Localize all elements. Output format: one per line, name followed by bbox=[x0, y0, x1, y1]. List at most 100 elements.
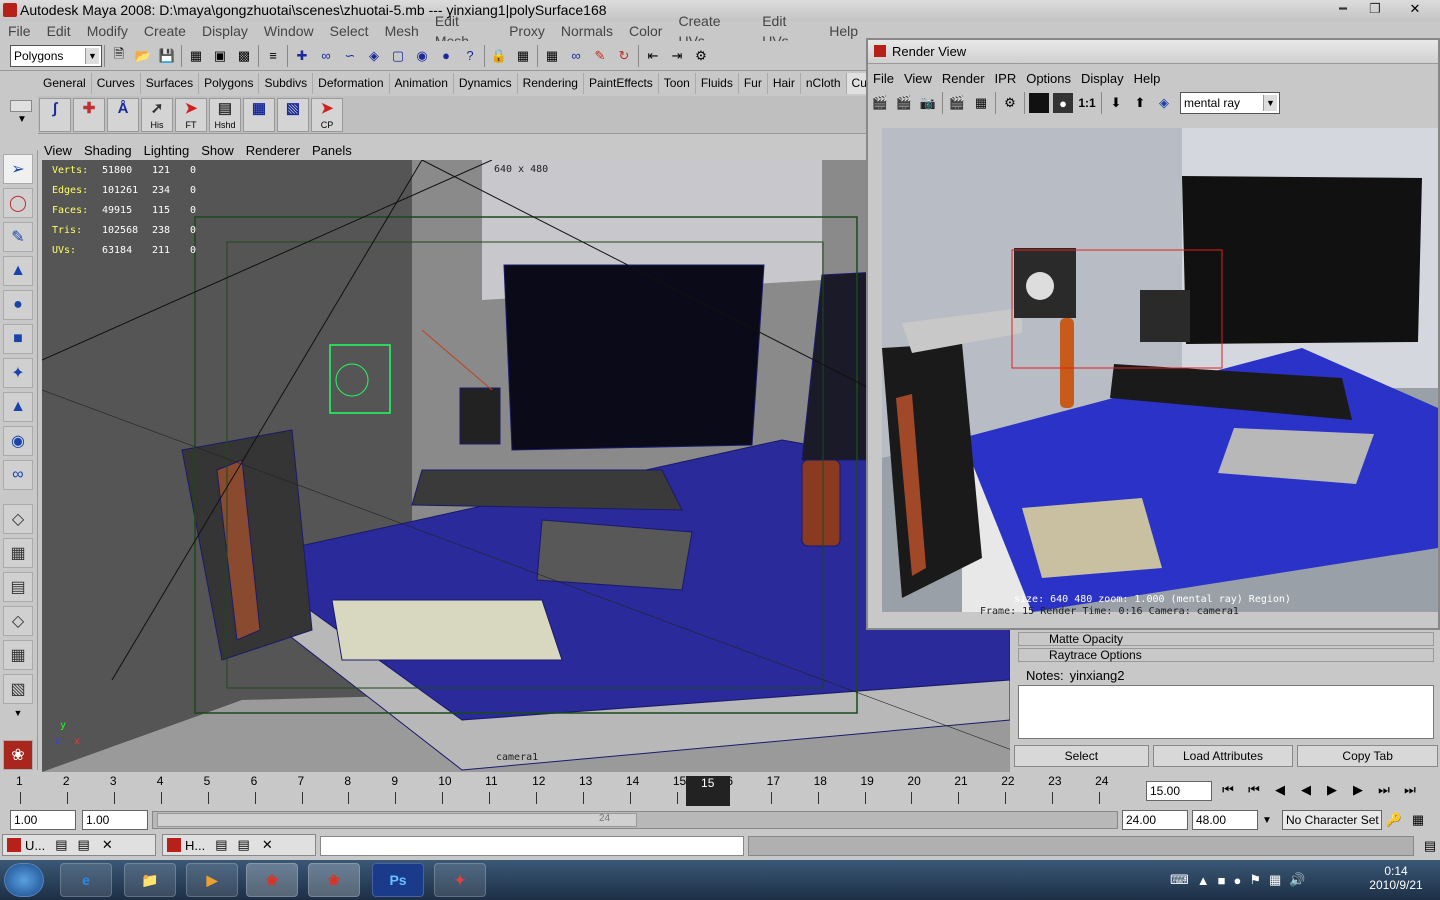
new-scene-icon[interactable]: 🗎 bbox=[109, 46, 129, 66]
select-button[interactable]: Select bbox=[1014, 745, 1149, 767]
select-hierarchy-icon[interactable]: ▦ bbox=[186, 46, 206, 66]
close-icon[interactable]: ✕ bbox=[262, 837, 273, 853]
maximize-button[interactable]: ❐ bbox=[1360, 0, 1390, 18]
menu-edit[interactable]: Edit bbox=[47, 21, 71, 41]
display-render-icon[interactable]: ◈ bbox=[1154, 93, 1174, 113]
shelf-button-joint[interactable]: ✚ bbox=[73, 97, 105, 132]
panel-menu-panels[interactable]: Panels bbox=[312, 143, 352, 158]
internet-explorer-icon[interactable]: e bbox=[60, 863, 112, 897]
panel-menu-renderer[interactable]: Renderer bbox=[246, 143, 300, 158]
persp-graph-hypergraph-icon[interactable]: ▧ bbox=[3, 674, 33, 704]
last-tool-icon[interactable]: ∞ bbox=[3, 460, 33, 490]
playback-start-field[interactable]: 1.00 bbox=[82, 810, 148, 830]
go-to-end-icon[interactable]: ⏭ bbox=[1400, 780, 1420, 800]
rv-menu-file[interactable]: File bbox=[873, 71, 894, 86]
lasso-tool-icon[interactable]: ◯ bbox=[3, 188, 33, 218]
hypershade-layout-icon[interactable]: ▦ bbox=[3, 640, 33, 670]
shelf-button-center-pivot[interactable]: ➤ CP bbox=[311, 97, 343, 132]
shelf-tab-curves[interactable]: Curves bbox=[92, 73, 141, 94]
rv-menu-ipr[interactable]: IPR bbox=[995, 71, 1017, 86]
menu-modify[interactable]: Modify bbox=[87, 21, 128, 41]
shelf-tab-fluids[interactable]: Fluids bbox=[696, 73, 739, 94]
snap-grid-icon[interactable]: ✚ bbox=[292, 46, 312, 66]
ipr-render-icon[interactable]: ↻ bbox=[614, 46, 634, 66]
chevron-down-icon[interactable]: ▼ bbox=[1262, 815, 1280, 826]
close-button[interactable]: ✕ bbox=[1392, 0, 1438, 18]
go-to-start-icon[interactable]: ⏮ bbox=[1218, 780, 1238, 800]
menu-color[interactable]: Color bbox=[629, 21, 662, 41]
shelf-tab-toon[interactable]: Toon bbox=[659, 73, 696, 94]
rv-menu-render[interactable]: Render bbox=[942, 71, 985, 86]
four-view-icon[interactable]: ▦ bbox=[3, 538, 33, 568]
shelf-button-hypershade[interactable]: ▤ Hshd bbox=[209, 97, 241, 132]
shelf-tab-surfaces[interactable]: Surfaces bbox=[141, 73, 200, 94]
snap-plane-icon[interactable]: ◈ bbox=[364, 46, 384, 66]
play-backward-icon[interactable]: ◀ bbox=[1296, 780, 1316, 800]
alpha-channel-icon[interactable]: ● bbox=[1053, 93, 1073, 113]
script-editor-icon[interactable]: ▤ bbox=[1420, 836, 1440, 856]
persp-graph-icon[interactable]: ◇ bbox=[3, 606, 33, 636]
render-current-icon[interactable]: ✎ bbox=[590, 46, 610, 66]
render-settings-icon[interactable]: ⚙ bbox=[691, 46, 711, 66]
panel-menu-show[interactable]: Show bbox=[201, 143, 234, 158]
current-time-field[interactable]: 15.00 bbox=[1146, 781, 1212, 801]
range-track[interactable]: 24 bbox=[152, 811, 1118, 829]
play-forward-icon[interactable]: ▶ bbox=[1322, 780, 1342, 800]
persp-outliner-icon[interactable]: ▤ bbox=[3, 572, 33, 602]
menu-select[interactable]: Select bbox=[330, 21, 369, 41]
menu-file[interactable]: File bbox=[8, 21, 31, 41]
rv-menu-view[interactable]: View bbox=[904, 71, 932, 86]
menu-help[interactable]: Help bbox=[829, 21, 858, 41]
minimized-window-u[interactable]: U... ▤ ▤ ✕ bbox=[2, 834, 156, 856]
render-settings-icon[interactable]: ⚙ bbox=[1000, 93, 1020, 113]
shelf-tab-polygons[interactable]: Polygons bbox=[199, 73, 260, 94]
media-player-icon[interactable]: ▶ bbox=[186, 863, 238, 897]
maya-2-icon[interactable]: ❀ bbox=[308, 863, 360, 897]
shelf-tab-painteffects[interactable]: PaintEffects bbox=[584, 73, 659, 94]
shelf-tab-subdivs[interactable]: Subdivs bbox=[259, 73, 314, 94]
snap-live-icon[interactable]: ◉ bbox=[412, 46, 432, 66]
shelf-tab-dynamics[interactable]: Dynamics bbox=[454, 73, 518, 94]
time-slider[interactable]: 1234567891011121314151617181920212223241… bbox=[0, 772, 1440, 808]
keep-image-icon[interactable]: ⬇ bbox=[1106, 93, 1126, 113]
rv-menu-options[interactable]: Options bbox=[1026, 71, 1071, 86]
animation-start-field[interactable]: 1.00 bbox=[10, 810, 76, 830]
menuset-select[interactable]: Polygons ▼ bbox=[10, 44, 102, 67]
copy-tab-button[interactable]: Copy Tab bbox=[1297, 745, 1438, 767]
keyboard-icon[interactable]: ⌨ bbox=[1170, 872, 1189, 888]
shelf-tab-general[interactable]: General bbox=[38, 73, 92, 94]
shelf-tab-ncloth[interactable]: nCloth bbox=[801, 73, 847, 94]
filter-icon[interactable]: ≡ bbox=[263, 46, 283, 66]
minimized-window-h[interactable]: H... ▤ ▤ ✕ bbox=[162, 834, 316, 856]
chevron-down-icon[interactable]: ▼ bbox=[3, 708, 33, 724]
snap-curve-icon[interactable]: ∞ bbox=[316, 46, 336, 66]
shelf-button-ik-handle[interactable]: ∫ bbox=[39, 97, 71, 132]
remove-image-icon[interactable]: ⬆ bbox=[1130, 93, 1150, 113]
paint-select-icon[interactable]: ✎ bbox=[3, 222, 33, 252]
render-region-icon[interactable]: 🎬 bbox=[894, 93, 914, 113]
open-scene-icon[interactable]: 📂 bbox=[133, 46, 153, 66]
app-8-icon[interactable]: ✦ bbox=[434, 863, 486, 897]
prefs-icon[interactable]: ▦ bbox=[1408, 810, 1428, 830]
character-set-field[interactable]: No Character Set bbox=[1282, 810, 1382, 830]
show-manip-icon[interactable]: ◉ bbox=[3, 426, 33, 456]
shelf-button-uv-editor[interactable]: ▦ bbox=[243, 97, 275, 132]
minimize-button[interactable]: ━ bbox=[1328, 0, 1358, 18]
notes-textarea[interactable] bbox=[1018, 685, 1434, 739]
universal-manip-icon[interactable]: ✦ bbox=[3, 358, 33, 388]
tray-app-icon[interactable]: ■ bbox=[1218, 873, 1226, 888]
shelf-tab-hair[interactable]: Hair bbox=[768, 73, 801, 94]
mel-input[interactable] bbox=[320, 836, 744, 856]
sphere-icon[interactable]: ● bbox=[436, 46, 456, 66]
shelf-button-freeze-transform[interactable]: ➤ FT bbox=[175, 97, 207, 132]
single-perspective-icon[interactable]: ◇ bbox=[3, 504, 33, 534]
rotate-tool-icon[interactable]: ● bbox=[3, 290, 33, 320]
maximize-icon[interactable]: ▤ bbox=[78, 837, 90, 853]
rendered-image[interactable]: size: 640 480 zoom: 1.000 (mental ray) R… bbox=[882, 128, 1438, 612]
menu-normals[interactable]: Normals bbox=[561, 21, 613, 41]
section-raytrace-options[interactable]: Raytrace Options bbox=[1018, 648, 1434, 662]
network-icon[interactable]: ▦ bbox=[1269, 872, 1281, 888]
tray-app2-icon[interactable]: ● bbox=[1234, 873, 1242, 888]
snap-point-icon[interactable]: ∽ bbox=[340, 46, 360, 66]
soft-mod-icon[interactable]: ▲ bbox=[3, 392, 33, 422]
